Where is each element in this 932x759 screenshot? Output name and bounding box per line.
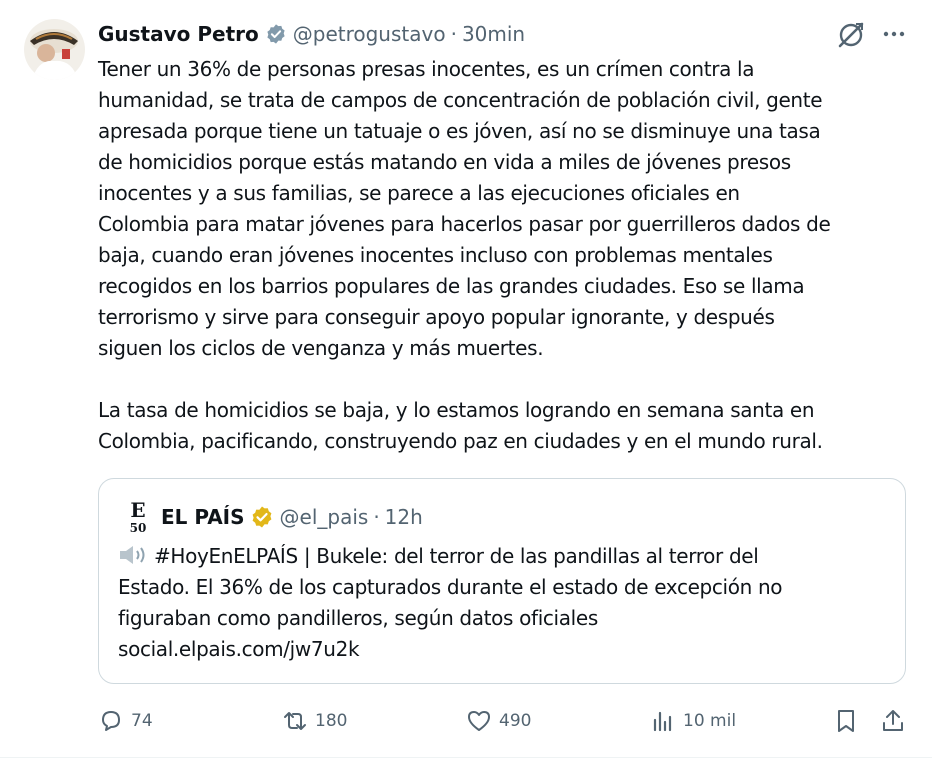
quoted-time[interactable]: 12h <box>385 505 423 529</box>
grok-icon[interactable] <box>836 20 866 50</box>
quoted-separator-dot: · <box>373 505 380 529</box>
more-icon[interactable] <box>880 20 908 48</box>
bottom-divider <box>0 757 932 758</box>
reply-icon <box>102 711 120 731</box>
bookmark-icon <box>838 710 854 732</box>
quoted-line-2: Estado. El 36% de los capturados durante… <box>118 575 783 599</box>
logo-letter: E <box>130 500 145 522</box>
separator-dot: · <box>450 22 457 46</box>
author-handle[interactable]: @petrogustavo <box>293 22 446 46</box>
repost-button[interactable]: 180 <box>282 700 347 742</box>
author-name[interactable]: Gustavo Petro <box>98 22 259 46</box>
quoted-author-name[interactable]: EL PAÍS <box>161 505 245 529</box>
quoted-tweet[interactable]: E 50 EL PAÍS @el_pais · 12h #HoyEnELPAÍS… <box>98 478 906 684</box>
views-count: 10 mil <box>683 711 737 731</box>
reply-button[interactable]: 74 <box>98 700 153 742</box>
bookmark-button[interactable] <box>833 700 859 742</box>
logo-sub: 50 <box>130 521 147 534</box>
like-icon <box>468 711 490 731</box>
speaker-icon <box>120 546 145 564</box>
share-icon <box>883 710 903 731</box>
repost-count: 180 <box>315 711 348 731</box>
avatar-image <box>24 19 85 80</box>
el-pais-logo: E 50 <box>130 500 147 534</box>
tweet-paragraph-2: La tasa de homicidios se baja, y lo esta… <box>98 398 823 453</box>
repost-icon <box>284 712 306 730</box>
tweet-paragraph-1: Tener un 36% de personas presas inocente… <box>98 57 831 360</box>
like-button[interactable]: 490 <box>466 700 531 742</box>
quoted-line-1: #HoyEnELPAÍS | Bukele: del terror de las… <box>118 541 888 572</box>
verified-gold-icon[interactable] <box>250 505 274 529</box>
tweet-text: Tener un 36% de personas presas inocente… <box>98 54 910 457</box>
quoted-tweet-header: E 50 EL PAÍS @el_pais · 12h <box>125 500 423 534</box>
quoted-link[interactable]: social.elpais.com/jw7u2k <box>118 634 888 665</box>
views-button[interactable]: 10 mil <box>650 700 736 742</box>
reply-count: 74 <box>131 711 153 731</box>
quoted-line-3: figuraban como pandilleros, según datos … <box>118 606 598 630</box>
verified-badge-icon[interactable] <box>265 23 287 45</box>
quoted-line-1-text: #HoyEnELPAÍS | Bukele: del terror de las… <box>154 544 759 568</box>
avatar[interactable] <box>24 19 85 80</box>
action-bar: 74 180 490 10 mil <box>0 700 932 742</box>
quoted-tweet-text: #HoyEnELPAÍS | Bukele: del terror de las… <box>118 541 888 665</box>
share-button[interactable] <box>880 700 906 742</box>
like-count: 490 <box>499 711 532 731</box>
tweet-header: Gustavo Petro @petrogustavo · 30min <box>98 20 525 48</box>
views-icon <box>653 711 672 732</box>
tweet-time[interactable]: 30min <box>462 22 525 46</box>
quoted-author-handle[interactable]: @el_pais <box>280 505 369 529</box>
